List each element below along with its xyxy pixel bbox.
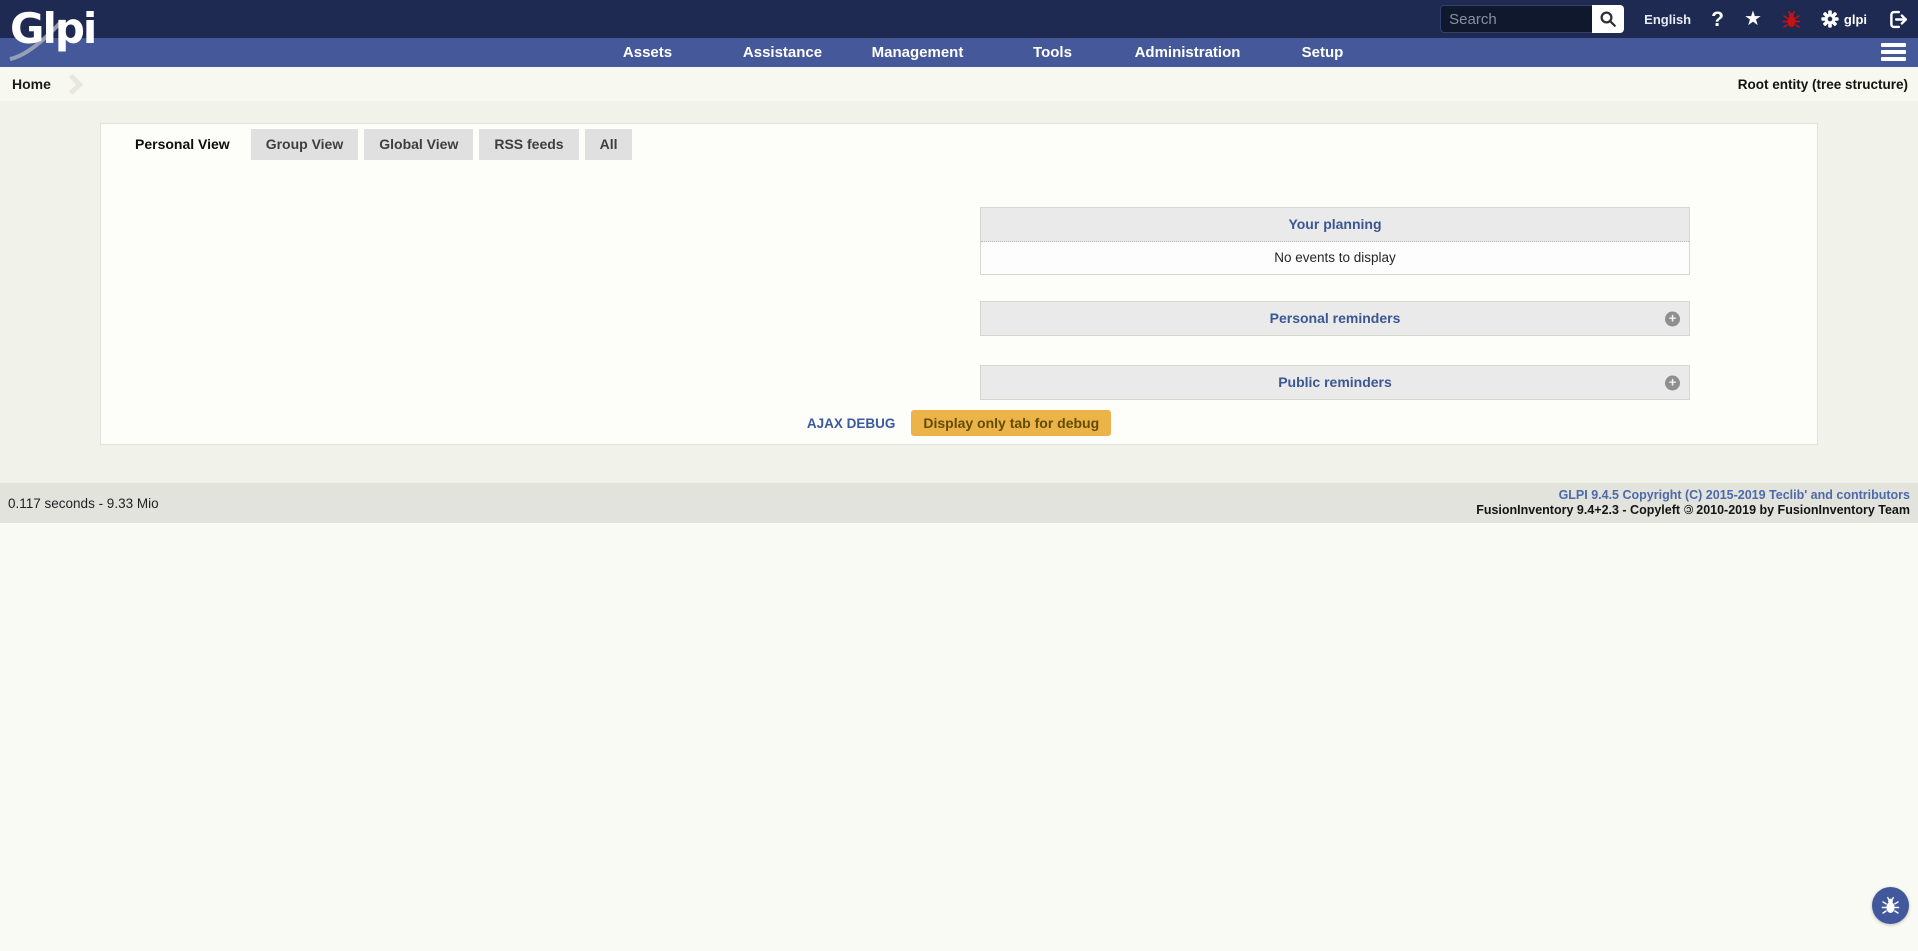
main-menu-bar: Assets Assistance Management Tools Admin… [0, 38, 1918, 67]
menu-management[interactable]: Management [850, 44, 985, 61]
debug-row: AJAX DEBUG Display only tab for debug [101, 410, 1817, 436]
search-input[interactable] [1440, 5, 1592, 33]
fusion-prefix: FusionInventory 9.4+2.3 - Copyleft [1476, 503, 1680, 517]
planning-panel: Your planning No events to display [980, 207, 1690, 275]
performance-stats: 0.117 seconds - 9.33 Mio [8, 496, 159, 511]
footer: 0.117 seconds - 9.33 Mio GLPI 9.4.5 Copy… [0, 483, 1918, 523]
tab-global-view[interactable]: Global View [364, 129, 473, 160]
glpi-copyright-link[interactable]: GLPI 9.4.5 Copyright (C) 2015-2019 Tecli… [1476, 488, 1910, 503]
public-reminders-panel: Public reminders + [980, 365, 1690, 400]
display-debug-tab-button[interactable]: Display only tab for debug [911, 410, 1111, 436]
public-reminders-label: Public reminders [1278, 374, 1392, 390]
search-button[interactable] [1592, 5, 1624, 33]
planning-panel-body: No events to display [981, 242, 1689, 274]
hamburger-menu-icon[interactable] [1881, 43, 1906, 61]
breadcrumb-chevron-icon [62, 73, 83, 94]
language-selector[interactable]: English [1644, 12, 1691, 27]
copyleft-symbol: © [1684, 503, 1693, 518]
menu-assistance[interactable]: Assistance [715, 44, 850, 61]
username-label: glpi [1844, 12, 1867, 27]
planning-panel-title[interactable]: Your planning [981, 208, 1689, 242]
fusion-suffix: 2010-2019 by FusionInventory Team [1696, 503, 1910, 517]
search-icon [1599, 10, 1617, 28]
tab-all[interactable]: All [585, 129, 633, 160]
tab-rss-feeds[interactable]: RSS feeds [479, 129, 578, 160]
personal-reminders-title[interactable]: Personal reminders + [981, 302, 1689, 335]
right-column: Your planning No events to display Perso… [980, 207, 1690, 400]
tab-personal-view[interactable]: Personal View [120, 129, 245, 160]
central-home-card: Personal View Group View Global View RSS… [100, 123, 1818, 445]
help-icon[interactable]: ? [1711, 9, 1724, 30]
public-reminders-title[interactable]: Public reminders + [981, 366, 1689, 399]
view-tabs: Personal View Group View Global View RSS… [101, 124, 1817, 160]
personal-reminders-panel: Personal reminders + [980, 301, 1690, 336]
glpi-logo[interactable]: Glpi [10, 3, 120, 61]
ajax-debug-link[interactable]: AJAX DEBUG [807, 416, 896, 431]
empty-page-area [0, 523, 1918, 951]
menu-setup[interactable]: Setup [1255, 44, 1390, 61]
fusioninventory-copyright: FusionInventory 9.4+2.3 - Copyleft © 201… [1476, 503, 1910, 518]
breadcrumb-home[interactable]: Home [12, 76, 51, 92]
topbar: Glpi English ? ★ [0, 0, 1918, 38]
floating-debug-button[interactable] [1872, 887, 1909, 924]
main-area: Personal View Group View Global View RSS… [0, 101, 1918, 483]
debug-bug-icon[interactable] [1782, 10, 1801, 29]
menu-tools[interactable]: Tools [985, 44, 1120, 61]
add-personal-reminder-icon[interactable]: + [1665, 311, 1680, 326]
breadcrumb: Home Root entity (tree structure) [0, 67, 1918, 101]
entity-selector[interactable]: Root entity (tree structure) [1738, 77, 1908, 92]
menu-administration[interactable]: Administration [1120, 44, 1255, 61]
add-public-reminder-icon[interactable]: + [1665, 375, 1680, 390]
global-search [1440, 5, 1624, 33]
bookmark-star-icon[interactable]: ★ [1744, 9, 1762, 29]
user-menu[interactable]: glpi [1821, 10, 1867, 28]
menu-assets[interactable]: Assets [580, 44, 715, 61]
bug-icon [1881, 896, 1900, 915]
gear-icon [1821, 10, 1839, 28]
personal-reminders-label: Personal reminders [1270, 310, 1401, 326]
tab-group-view[interactable]: Group View [251, 129, 359, 160]
logo-text: Glpi [10, 3, 120, 55]
logout-icon[interactable] [1887, 9, 1908, 30]
